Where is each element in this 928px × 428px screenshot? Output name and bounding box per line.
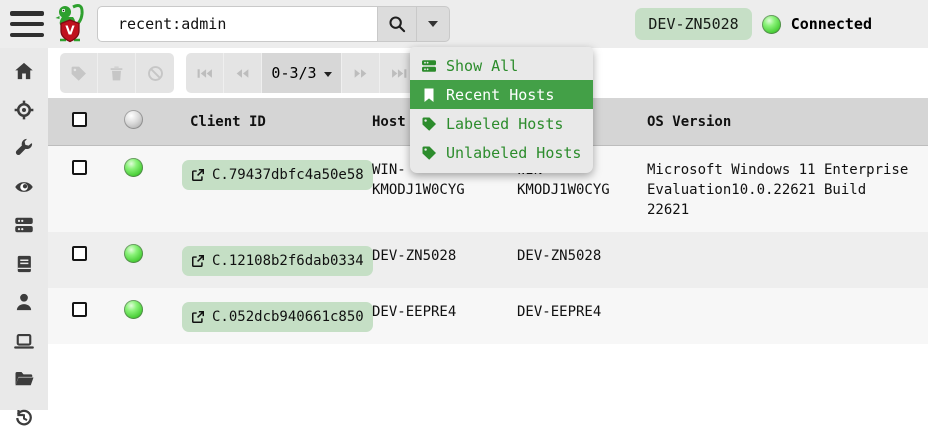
connection-status-label: Connected (791, 15, 872, 33)
client-id-label: C.12108b2f6dab0334 (212, 251, 364, 271)
search-filter-dropdown-button[interactable] (417, 6, 450, 42)
page-range-dropdown[interactable]: 0-3/3 (262, 53, 342, 93)
previous-page-button[interactable] (224, 53, 262, 93)
select-all-checkbox[interactable] (72, 112, 87, 127)
trash-icon (108, 65, 125, 82)
skip-to-end-icon (391, 65, 408, 82)
eye-icon[interactable] (13, 177, 35, 197)
row-checkbox[interactable] (72, 302, 87, 317)
client-id-link[interactable]: C.052dcb940661c850 (182, 302, 373, 332)
wrench-icon[interactable] (13, 138, 35, 158)
sidebar-nav (0, 48, 48, 410)
client-id-label: C.052dcb940661c850 (212, 307, 364, 327)
online-status-icon (124, 244, 143, 263)
user-icon[interactable] (13, 292, 35, 312)
search-bar (97, 6, 450, 42)
search-icon (388, 15, 406, 33)
os-version-cell (639, 232, 924, 258)
os-version-cell: Microsoft Windows 11 Enterprise Evaluati… (639, 146, 924, 232)
client-id-link[interactable]: C.79437dbfc4a50e58 (182, 160, 373, 190)
rewind-icon (234, 65, 251, 82)
table-row[interactable]: C.052dcb940661c850 DEV-EEPRE4 DEV-EEPRE4 (48, 288, 928, 344)
chevron-down-icon (428, 21, 438, 27)
fqdn-cell: DEV-EEPRE4 (509, 288, 629, 334)
folder-open-icon[interactable] (13, 369, 35, 389)
host-badge: DEV-ZN5028 (635, 8, 751, 40)
top-bar: V DEV-ZN5028 Connected (0, 0, 928, 48)
stack-icon (421, 58, 437, 74)
menu-item-recent-hosts[interactable]: Recent Hosts (410, 80, 593, 109)
tag-icon (421, 145, 437, 161)
online-status-icon (124, 300, 143, 319)
server-stack-icon[interactable] (13, 215, 35, 235)
menu-item-label: Show All (446, 57, 518, 75)
row-checkbox[interactable] (72, 246, 87, 261)
quarantine-clients-button[interactable] (136, 53, 174, 93)
first-page-button[interactable] (186, 53, 224, 93)
label-clients-button[interactable] (60, 53, 98, 93)
laptop-icon[interactable] (13, 331, 35, 351)
host-cell: DEV-EEPRE4 (364, 288, 484, 334)
page-range-label: 0-3/3 (271, 64, 316, 82)
connected-status-icon (762, 15, 781, 34)
connection-status-cluster: DEV-ZN5028 Connected (635, 8, 872, 40)
client-actions-group (60, 53, 174, 93)
menu-item-show-all[interactable]: Show All (410, 51, 593, 80)
menu-item-labeled-hosts[interactable]: Labeled Hosts (410, 109, 593, 138)
search-input[interactable] (97, 6, 377, 42)
fast-forward-icon (352, 65, 369, 82)
online-status-icon (124, 158, 143, 177)
notebook-icon[interactable] (13, 254, 35, 274)
search-filter-menu: Show All Recent Hosts Labeled Hosts Unla… (410, 47, 593, 173)
header-os-version: OS Version (639, 98, 924, 144)
menu-item-label: Unlabeled Hosts (446, 144, 581, 162)
menu-item-label: Recent Hosts (446, 86, 554, 104)
fqdn-cell: DEV-ZN5028 (509, 232, 629, 278)
hamburger-menu-icon[interactable] (10, 11, 44, 37)
svg-text:V: V (65, 24, 75, 38)
history-icon[interactable] (13, 408, 35, 428)
host-cell: DEV-ZN5028 (364, 232, 484, 278)
ban-icon (147, 65, 164, 82)
delete-clients-button[interactable] (98, 53, 136, 93)
skip-to-start-icon (196, 65, 213, 82)
chevron-down-icon (324, 72, 332, 77)
velociraptor-logo-icon: V (51, 3, 89, 45)
external-link-icon (191, 168, 205, 182)
pagination-group: 0-3/3 (186, 53, 418, 93)
external-link-icon (191, 310, 205, 324)
next-page-button[interactable] (342, 53, 380, 93)
home-icon[interactable] (13, 61, 35, 81)
external-link-icon (191, 254, 205, 268)
row-checkbox[interactable] (72, 160, 87, 175)
client-id-link[interactable]: C.12108b2f6dab0334 (182, 246, 373, 276)
table-row[interactable]: C.12108b2f6dab0334 DEV-ZN5028 DEV-ZN5028 (48, 232, 928, 288)
client-id-label: C.79437dbfc4a50e58 (212, 165, 364, 185)
menu-item-label: Labeled Hosts (446, 115, 563, 133)
os-version-cell (639, 288, 924, 314)
online-state-column-icon (124, 110, 143, 129)
tag-icon (421, 116, 437, 132)
crosshair-icon[interactable] (13, 100, 35, 120)
search-button[interactable] (377, 6, 417, 42)
header-client-id: Client ID (174, 98, 364, 144)
bookmark-icon (421, 87, 437, 103)
tag-icon (70, 65, 87, 82)
menu-item-unlabeled-hosts[interactable]: Unlabeled Hosts (410, 138, 593, 167)
